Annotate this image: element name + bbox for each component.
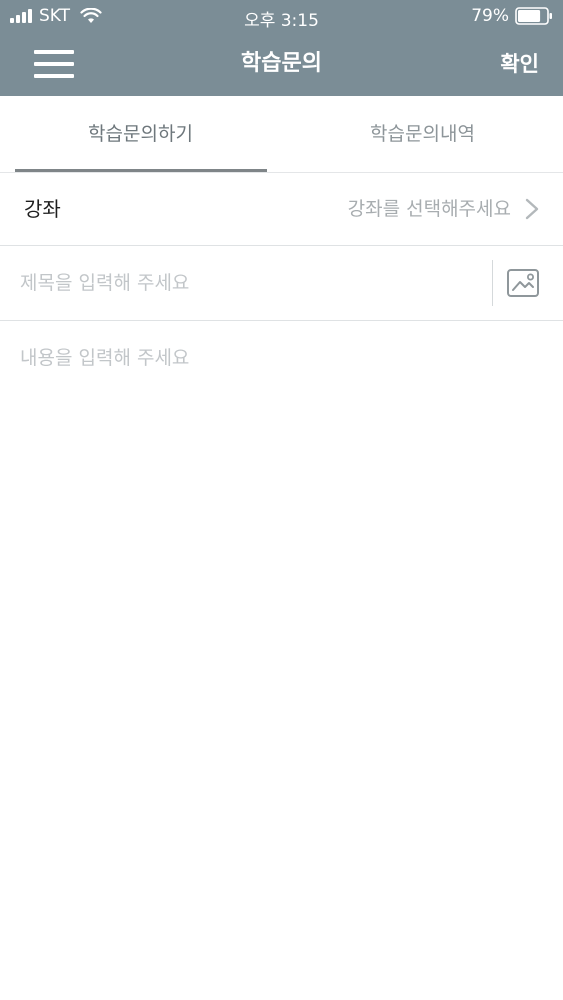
course-label: 강좌 [24,197,61,221]
battery-percent: 79% [471,6,509,26]
tab-bar: 학습문의하기 학습문의내역 [0,96,563,173]
app-header: SKT 오후 3:15 79% 학습문의 확인 [0,0,563,96]
image-attach-icon[interactable] [506,268,540,298]
content-input[interactable] [20,336,543,976]
app-screen: SKT 오후 3:15 79% 학습문의 확인 학습문의하기 학습문의내역 강좌… [0,0,563,1000]
title-divider [492,260,493,306]
tab-inquiry-history[interactable]: 학습문의내역 [282,96,563,172]
confirm-button[interactable]: 확인 [500,48,539,80]
page-title: 학습문의 [241,51,322,76]
chevron-right-icon[interactable] [525,198,539,220]
wifi-icon [80,8,102,23]
course-select-value[interactable]: 강좌를 선택해주세요 [348,173,511,245]
title-input[interactable] [20,260,475,306]
nav-bar: 학습문의 확인 [0,34,563,96]
hamburger-menu-icon[interactable] [30,48,78,80]
battery-fill [518,10,541,22]
tab-inquiry-write[interactable]: 학습문의하기 [0,96,281,172]
status-left: SKT [10,6,102,26]
status-bar: SKT 오후 3:15 79% [0,0,563,34]
signal-bars-icon [10,9,34,23]
title-row [0,246,563,321]
status-right: 79% [471,6,553,26]
battery-icon [515,7,552,25]
carrier-label: SKT [39,6,71,26]
course-select-row[interactable]: 강좌 강좌를 선택해주세요 [0,173,563,246]
active-tab-indicator [15,169,267,172]
